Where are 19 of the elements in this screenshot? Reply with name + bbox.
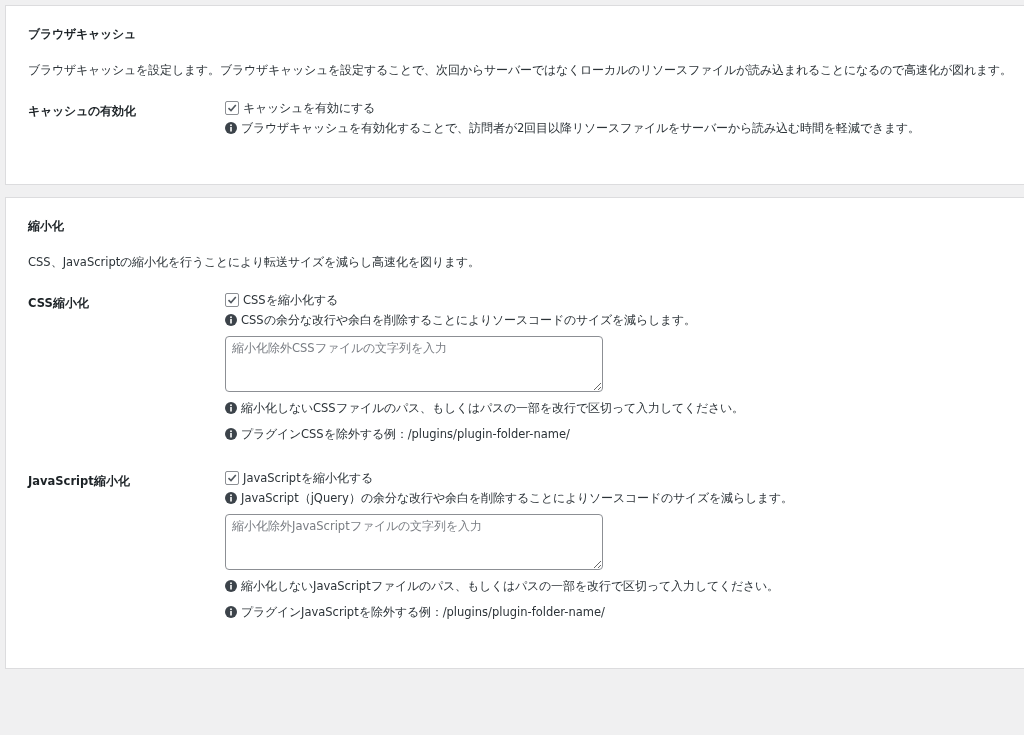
help-text: 縮小化しないJavaScriptファイルのパス、もしくはパスの一部を改行で区切って入力してください。 xyxy=(241,578,779,595)
section-description: CSS、JavaScriptの縮小化を行うことにより転送サイズを減らし高速化を図ります。 xyxy=(28,255,482,270)
checkbox-label[interactable]: キャッシュを有効にする xyxy=(243,98,375,118)
exclude-field[interactable]: 縮小化除外JavaScriptファイルの文字列を入力 xyxy=(225,514,603,570)
setting-label: キャッシュの有効化 xyxy=(28,103,137,120)
help-text: プラグインJavaScriptを除外する例：/plugins/plugin-folder-name/ xyxy=(241,604,605,621)
help-text: プラグインCSSを除外する例：/plugins/plugin-folder-name/ xyxy=(241,426,570,443)
setting-label: CSS縮小化 xyxy=(28,295,90,312)
setting-label: JavaScript縮小化 xyxy=(28,473,131,490)
checkbox-label[interactable]: JavaScriptを縮小化する xyxy=(243,468,373,488)
help-text: JavaScript（jQuery）の余分な改行や余白を削除することによりソースコードのサイズを減らします。 xyxy=(241,490,793,507)
help-text: 縮小化しないCSSファイルのパス、もしくはパスの一部を改行で区切って入力してください。 xyxy=(241,400,744,417)
section-title: ブラウザキャッシュ xyxy=(28,26,137,43)
help-text: CSSの余分な改行や余白を削除することによりソースコードのサイズを減らします。 xyxy=(241,312,696,329)
section-description: ブラウザキャッシュを設定します。ブラウザキャッシュを設定することで、次回からサーバーではなくローカルのリソースファイルが読み込まれることになるので高速化が図れます。 xyxy=(28,63,1002,78)
exclude-field[interactable]: 縮小化除外CSSファイルの文字列を入力 xyxy=(225,336,603,392)
section-title: 縮小化 xyxy=(28,218,65,235)
help-text: ブラウザキャッシュを有効化することで、訪問者が2回目以降リソースファイルをサーバーから読み込む時間を軽減できます。 xyxy=(241,120,921,137)
checkbox-label[interactable]: CSSを縮小化する xyxy=(243,290,338,310)
